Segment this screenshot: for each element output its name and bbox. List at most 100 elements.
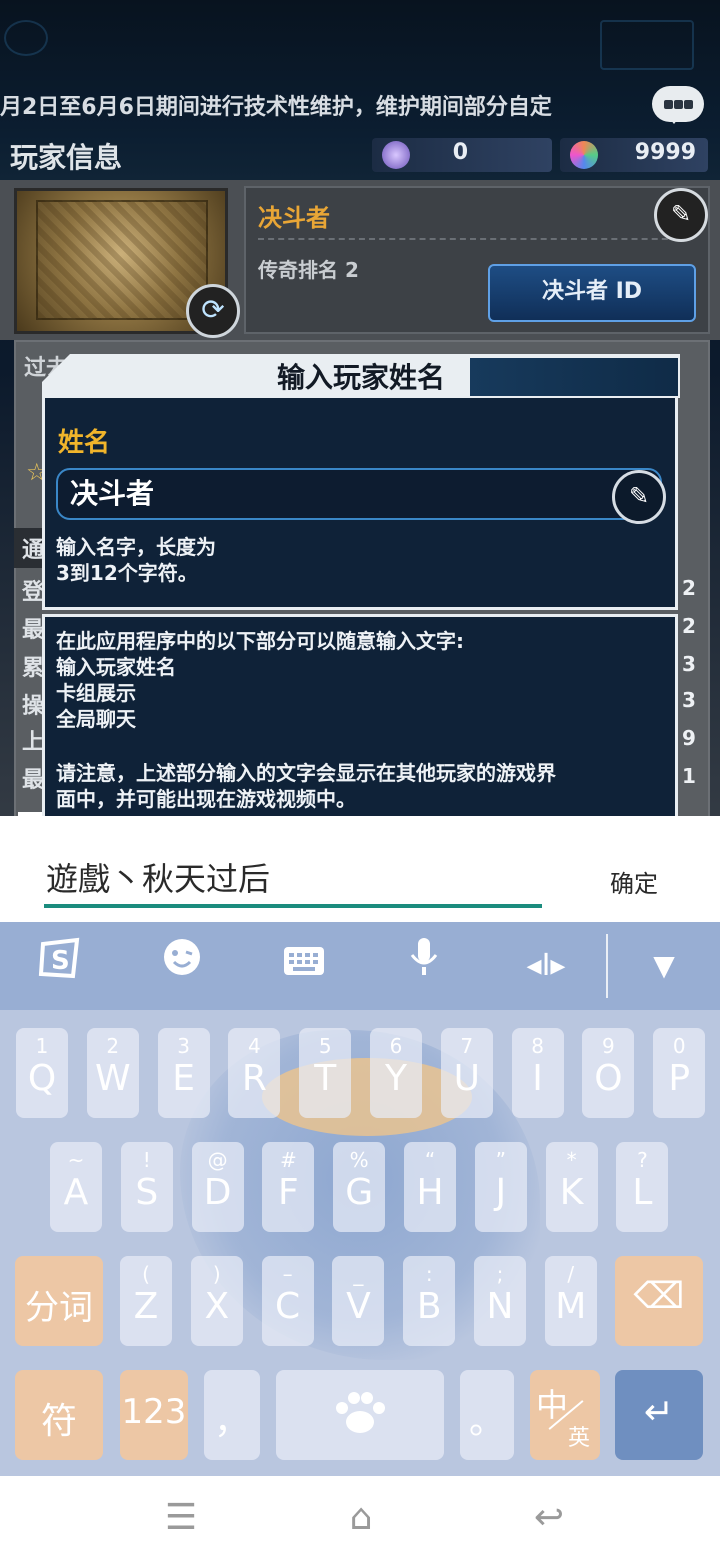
key-hint: “ <box>424 1148 436 1172</box>
stat-value: 2 <box>682 576 696 600</box>
split-word-key[interactable]: 分词 <box>15 1256 103 1346</box>
key-label: 中 <box>536 1386 569 1424</box>
comma-key[interactable]: ， <box>204 1370 260 1460</box>
keyboard-icon[interactable] <box>274 936 334 996</box>
maintenance-ticker: 月2日至6月6日期间进行技术性维护，维护期间部分自定 <box>0 95 552 120</box>
back-icon[interactable]: ↩ <box>514 1494 584 1542</box>
key-z[interactable]: (Z <box>120 1256 172 1346</box>
key-b[interactable]: :B <box>403 1256 456 1346</box>
key-label: J <box>495 1172 507 1213</box>
key-hint: – <box>282 1262 293 1286</box>
rank-label: 传奇排名 2 <box>258 258 359 282</box>
key-h[interactable]: “H <box>404 1142 456 1232</box>
key-label: U <box>453 1058 480 1099</box>
key-label: V <box>346 1286 371 1327</box>
key-label: Q <box>27 1058 57 1099</box>
ime-text-input[interactable]: 遊戲丶秋天过后 <box>46 854 270 900</box>
key-label: R <box>241 1058 267 1099</box>
home-icon[interactable]: ⌂ <box>326 1494 396 1542</box>
cursor-icon[interactable]: ◂I▸ <box>516 936 576 996</box>
key-p[interactable]: 0P <box>653 1028 706 1118</box>
key-w[interactable]: 2W <box>86 1028 139 1118</box>
key-s[interactable]: ! S <box>120 1142 173 1232</box>
key-hint: / <box>567 1262 575 1286</box>
chat-bubble-icon[interactable] <box>652 86 704 124</box>
refresh-icon[interactable]: ⟳ <box>186 284 240 338</box>
notice-line: 全局聊天 <box>56 707 136 731</box>
key-j[interactable]: ” J <box>474 1142 527 1232</box>
input-warning: 请注意，上述部分输入的文字会显示在其他玩家的游戏界 面中，并可能出现在游戏视频中… <box>56 760 666 812</box>
space-key[interactable] <box>276 1370 444 1460</box>
period-key[interactable]: 。 <box>460 1370 514 1460</box>
sogou-logo-icon[interactable]: S <box>30 936 90 996</box>
key-label: F <box>278 1172 299 1213</box>
key-t[interactable]: 5T <box>299 1028 352 1118</box>
key-label: ， <box>213 1401 250 1442</box>
currency-counter-gems: 0 <box>372 138 552 172</box>
key-hint: 8 <box>531 1034 544 1058</box>
key-c[interactable]: – C <box>261 1256 314 1346</box>
key-g[interactable]: % G <box>333 1142 386 1232</box>
key-o[interactable]: 9O <box>582 1028 635 1118</box>
key-l[interactable]: ? L <box>616 1142 669 1232</box>
edit-icon[interactable]: ✎ <box>654 188 708 242</box>
name-label: 姓名 <box>58 428 111 458</box>
player-name: 决斗者 <box>258 204 330 232</box>
svg-text:S: S <box>51 946 70 976</box>
key-n[interactable]: ; N <box>474 1256 526 1346</box>
key-hint: ! <box>142 1148 151 1172</box>
key-f[interactable]: # F <box>262 1142 315 1232</box>
key-hint: * <box>566 1148 577 1172</box>
symbols-key[interactable]: 符 <box>15 1370 103 1460</box>
page-title: 玩家信息 <box>10 141 123 174</box>
key-m[interactable]: / M <box>544 1256 597 1346</box>
language-switch-key[interactable]: 中 英 <box>530 1370 600 1460</box>
key-label: 。 <box>468 1401 505 1442</box>
key-hint: @ <box>207 1148 228 1172</box>
stat-value: 3 <box>682 652 696 676</box>
key-x[interactable]: ) X <box>190 1256 243 1346</box>
key-label: G <box>345 1172 374 1213</box>
notice-line: 在此应用程序中的以下部分可以随意输入文字: <box>56 629 464 653</box>
key-label: Y <box>385 1058 407 1099</box>
edit-icon[interactable]: ✎ <box>612 470 666 524</box>
backspace-key[interactable]: ⌫ <box>615 1256 703 1346</box>
duelist-id-button[interactable]: 决斗者 ID <box>488 264 696 322</box>
key-d[interactable]: @ D <box>191 1142 244 1232</box>
avatar-frame <box>36 200 208 320</box>
key-u[interactable]: 7U <box>440 1028 493 1118</box>
menu-icon[interactable]: ☰ <box>146 1494 216 1542</box>
currency-counter-crystals: 9999 <box>560 138 708 172</box>
key-label: S <box>135 1172 159 1213</box>
collapse-icon[interactable]: ▼ <box>634 936 694 996</box>
key-label: H <box>416 1172 444 1213</box>
key-e[interactable]: 3E <box>157 1028 210 1118</box>
toolbar-divider <box>606 934 608 998</box>
ime-underline <box>44 904 542 908</box>
key-y[interactable]: 6Y <box>370 1028 422 1118</box>
key-label: 123 <box>121 1392 187 1432</box>
key-k[interactable]: * K <box>545 1142 598 1232</box>
key-label: N <box>486 1286 514 1327</box>
confirm-button[interactable]: 确定 <box>610 864 658 899</box>
emoji-icon[interactable] <box>152 936 212 996</box>
key-v[interactable]: _ V <box>332 1256 385 1346</box>
divider <box>258 238 688 240</box>
key-r[interactable]: 4R <box>228 1028 281 1118</box>
key-i[interactable]: 8I <box>511 1028 564 1118</box>
enter-icon: ↵ <box>643 1392 675 1433</box>
key-hint: ~ <box>67 1148 85 1172</box>
hint-line: 3到12个字符。 <box>56 561 198 585</box>
circuit-decoration <box>600 20 694 70</box>
microphone-icon[interactable] <box>394 936 454 996</box>
enter-key[interactable]: ↵ <box>615 1370 703 1460</box>
key-hint: 3 <box>177 1034 190 1058</box>
numbers-key[interactable]: 123 <box>120 1370 188 1460</box>
key-a[interactable]: ~ A <box>50 1142 102 1232</box>
key-label: B <box>416 1286 442 1327</box>
key-hint: 0 <box>672 1034 686 1058</box>
input-notice: 在此应用程序中的以下部分可以随意输入文字: 输入玩家姓名 卡组展示 全局聊天 <box>56 628 666 732</box>
key-hint: ) <box>212 1262 221 1286</box>
name-input-value: 决斗者 <box>70 477 155 510</box>
key-q[interactable]: 1Q <box>16 1028 68 1118</box>
